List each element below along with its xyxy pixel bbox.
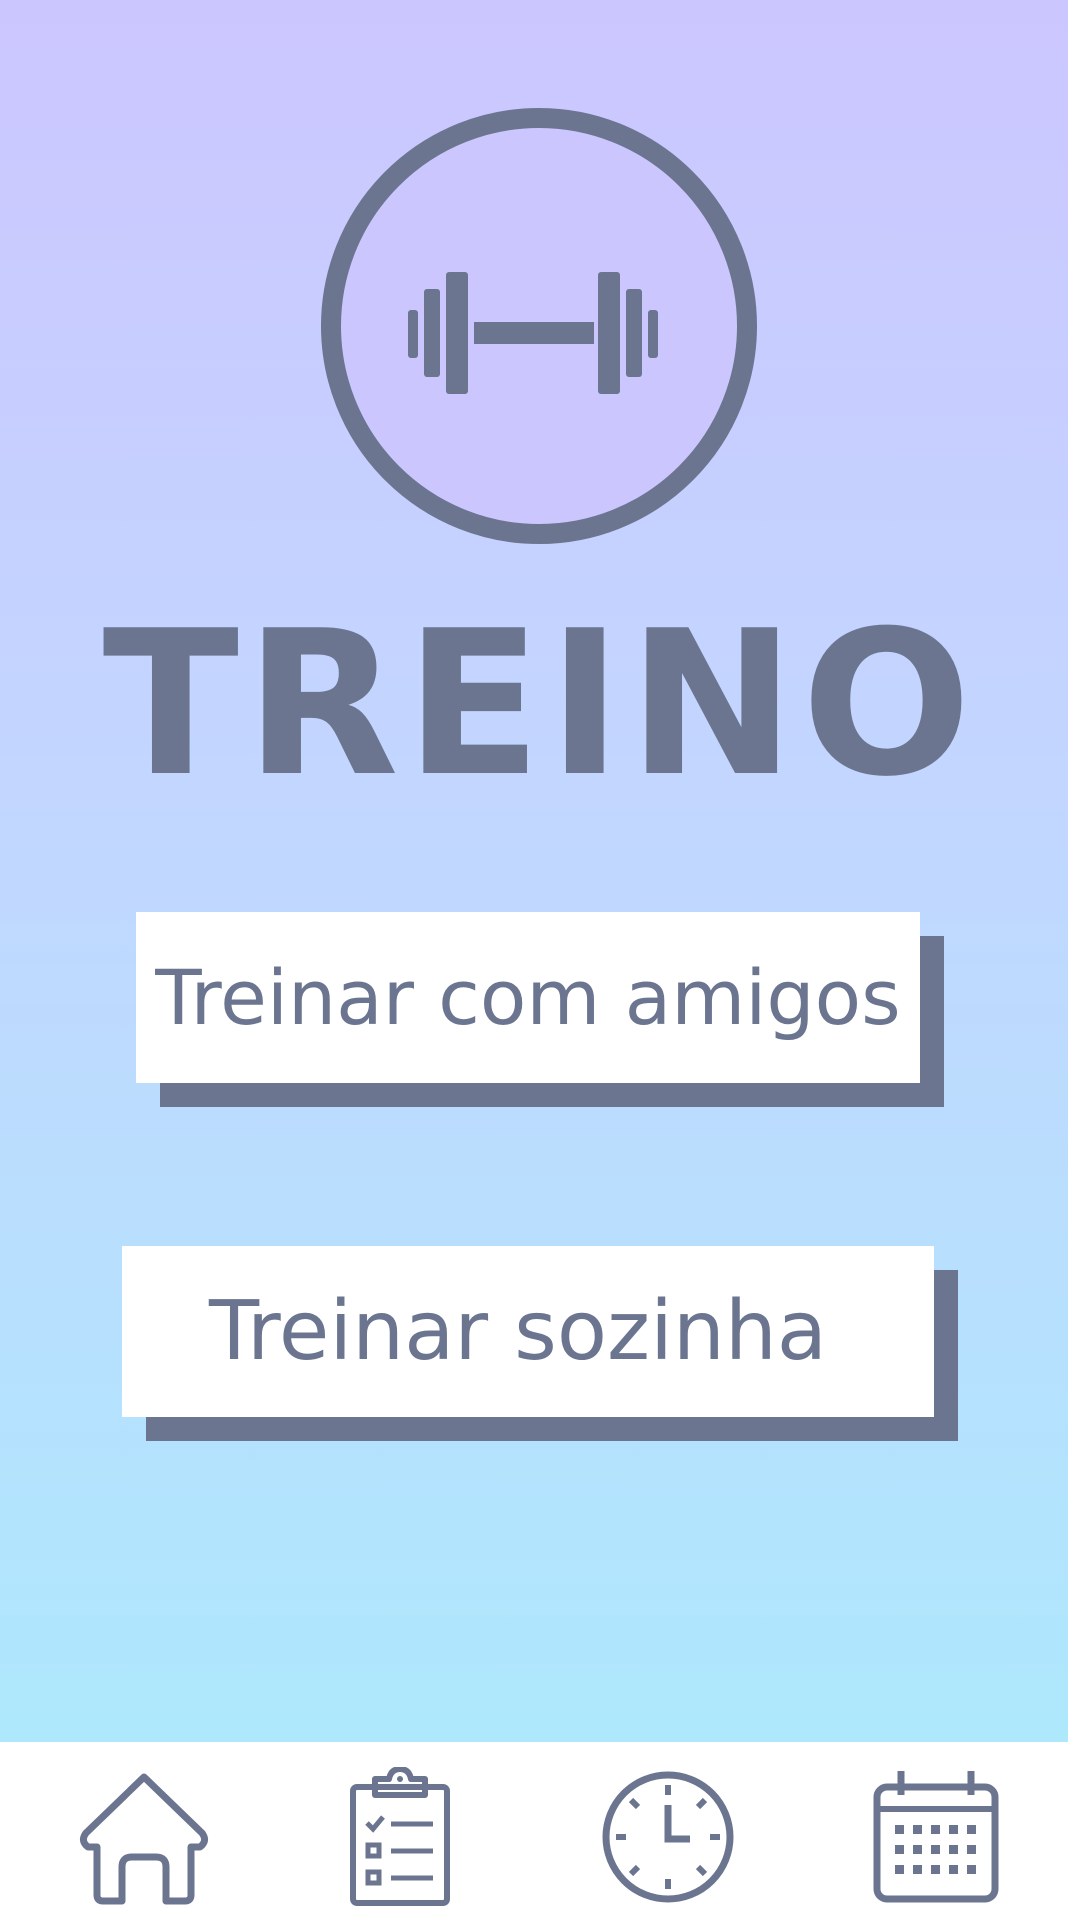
clock-icon	[602, 1771, 734, 1903]
train-with-friends-button[interactable]: Treinar com amigos	[136, 912, 920, 1083]
clipboard-checklist-icon	[350, 1767, 450, 1906]
train-alone-button[interactable]: Treinar sozinha	[122, 1246, 934, 1417]
dumbbell-icon	[321, 108, 757, 544]
bottom-nav	[0, 1742, 1080, 1920]
nav-item-calendar[interactable]	[861, 1762, 1011, 1912]
edge-strip	[1068, 0, 1080, 1920]
nav-item-checklist[interactable]	[325, 1762, 475, 1912]
nav-item-clock[interactable]	[593, 1762, 743, 1912]
app-logo	[320, 107, 758, 545]
nav-item-home[interactable]	[69, 1762, 219, 1912]
home-icon	[79, 1773, 209, 1905]
calendar-icon	[873, 1771, 999, 1903]
page-title: TREINO	[102, 588, 978, 821]
